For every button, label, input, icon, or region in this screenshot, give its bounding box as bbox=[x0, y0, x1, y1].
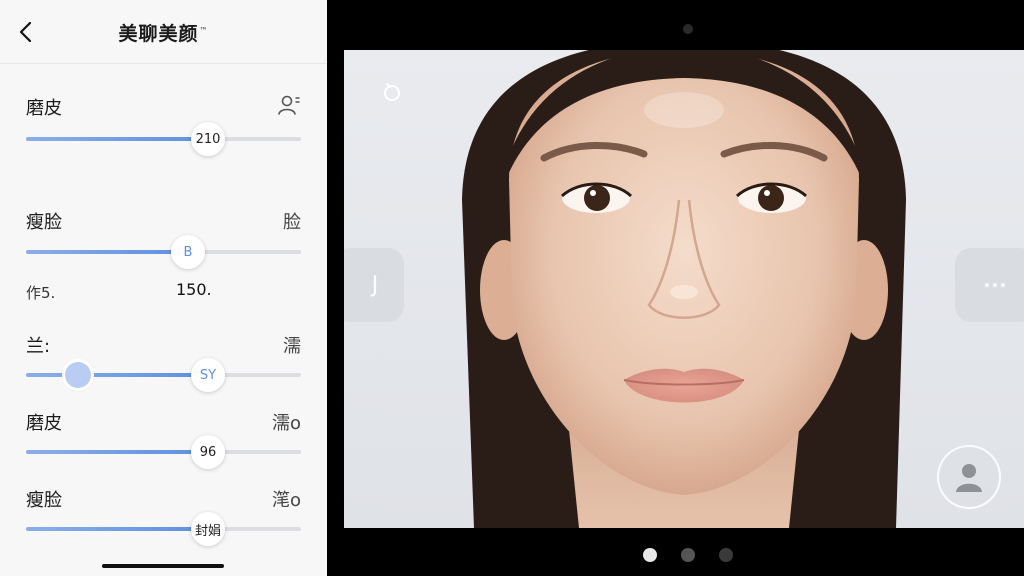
slider-fill bbox=[26, 450, 208, 454]
page-title: 美聊美颜™ bbox=[118, 23, 209, 45]
page-dot[interactable] bbox=[719, 548, 733, 562]
more-button[interactable] bbox=[955, 248, 1024, 322]
face-preview-image: J bbox=[344, 50, 1024, 528]
slider-fill bbox=[26, 527, 208, 531]
slider-fill bbox=[26, 250, 188, 254]
page-dot[interactable] bbox=[681, 548, 695, 562]
slider-label-3: 兰: bbox=[26, 336, 51, 357]
beauty-settings-panel: 美聊美颜™ 磨皮 210 瘦脸 脸 B 作5. 150. 兰: 濡 SY 磨皮 … bbox=[0, 0, 327, 576]
avatar-icon bbox=[956, 464, 982, 492]
slider-right-text: 滗o bbox=[271, 490, 301, 511]
home-indicator[interactable] bbox=[102, 564, 224, 568]
page-indicator bbox=[643, 548, 733, 562]
more-icon bbox=[985, 283, 989, 287]
side-tool-label: J bbox=[371, 272, 379, 298]
sub-value-center: 150. bbox=[176, 280, 212, 299]
timer-icon[interactable] bbox=[378, 78, 404, 104]
slider-thumb-3[interactable]: SY bbox=[191, 358, 225, 392]
slider-thumb-smoothing-2[interactable]: 96 bbox=[191, 435, 225, 469]
slider-right-text: 濡 bbox=[283, 336, 301, 357]
profile-toggle[interactable] bbox=[277, 94, 301, 116]
page-dot[interactable] bbox=[643, 548, 657, 562]
slider-right-text: 濡o bbox=[271, 413, 301, 434]
slider-label-smoothing-2: 磨皮 bbox=[26, 413, 62, 434]
more-icon bbox=[1001, 283, 1005, 287]
slider-track-3[interactable]: SY bbox=[26, 358, 301, 392]
slider-label-slim-face: 瘦脸 bbox=[26, 212, 62, 233]
panel-header: 美聊美颜™ bbox=[0, 0, 327, 64]
slider-thumb-secondary[interactable] bbox=[65, 362, 91, 388]
camera-preview: J bbox=[327, 0, 1024, 576]
portrait-illustration bbox=[462, 50, 906, 528]
person-icon bbox=[278, 95, 300, 115]
slider-thumb-slim-face[interactable]: B bbox=[171, 235, 205, 269]
slider-label-smoothing: 磨皮 bbox=[26, 98, 62, 119]
slider-track-smoothing-2[interactable]: 96 bbox=[26, 435, 301, 469]
avatar-button[interactable] bbox=[937, 445, 1001, 509]
more-icon bbox=[993, 283, 997, 287]
side-tool-button[interactable]: J bbox=[344, 248, 404, 322]
slider-label-slim-face-2: 瘦脸 bbox=[26, 490, 62, 511]
slider-thumb-smoothing[interactable]: 210 bbox=[191, 122, 225, 156]
slider-thumb-slim-face-2[interactable]: 封娟 bbox=[191, 512, 225, 546]
slider-fill bbox=[26, 373, 208, 377]
slider-fill bbox=[26, 137, 208, 141]
slider-right-text: 脸 bbox=[283, 212, 301, 233]
trademark-mark: ™ bbox=[199, 25, 209, 35]
slider-track-slim-face-2[interactable]: 封娟 bbox=[26, 512, 301, 546]
slider-track-slim-face[interactable]: B bbox=[26, 235, 301, 269]
sub-value-left: 作5. bbox=[26, 284, 56, 302]
front-camera bbox=[683, 24, 693, 34]
slider-track-smoothing[interactable]: 210 bbox=[26, 122, 301, 156]
